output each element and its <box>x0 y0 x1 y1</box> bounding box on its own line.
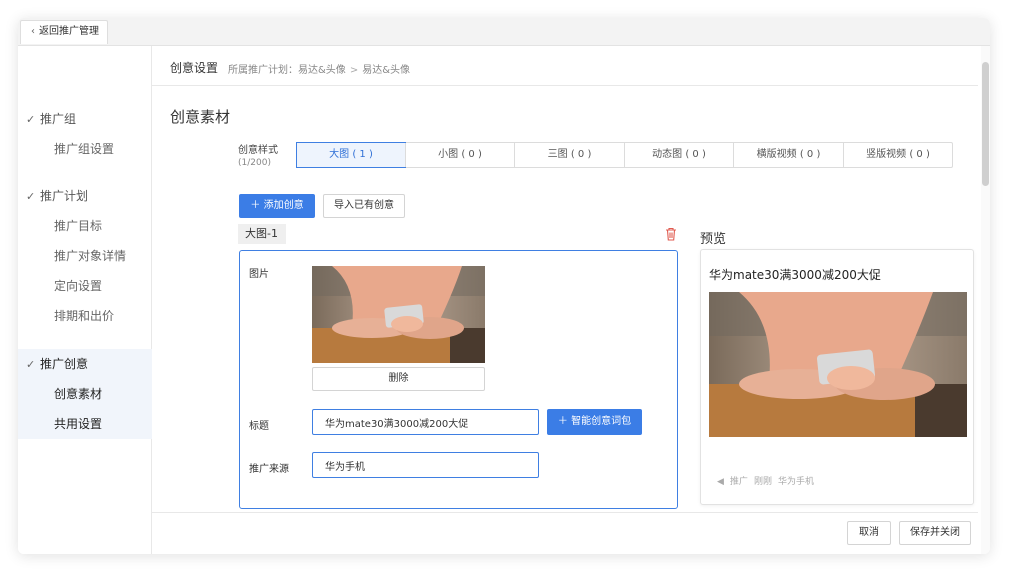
creative-style-label: 创意样式 (1/200) <box>238 144 278 170</box>
sidebar-item-creative-material[interactable]: 创意素材 <box>18 379 152 409</box>
footer-bar: 取消 保存并关闭 <box>152 512 978 554</box>
sidebar-group-header[interactable]: ✓ 推广组 <box>18 104 152 134</box>
cancel-button[interactable]: 取消 <box>847 521 891 545</box>
section-title: 创意素材 <box>170 108 231 126</box>
breadcrumb-separator: > <box>349 65 359 76</box>
scrollbar[interactable] <box>981 46 990 554</box>
check-icon: ✓ <box>26 358 36 371</box>
smart-wordpack-button[interactable]: ＋ 智能创意词包 <box>547 409 642 435</box>
top-bar: ‹ 返回推广管理 <box>18 18 990 46</box>
title-label: 标题 <box>249 421 269 432</box>
delete-image-button[interactable]: 删除 <box>312 367 485 391</box>
back-to-promotion-button[interactable]: ‹ 返回推广管理 <box>20 20 108 44</box>
title-input[interactable] <box>312 409 539 435</box>
sidebar-item-target-details[interactable]: 推广对象详情 <box>18 241 152 271</box>
breadcrumb-current: 易达&头像 <box>362 65 411 76</box>
source-label: 推广来源 <box>249 464 289 475</box>
chevron-left-icon: ‹ <box>31 26 35 37</box>
preview-image <box>709 292 967 437</box>
preview-ad-tag: 推广 <box>729 477 748 487</box>
sidebar-item-targeting[interactable]: 定向设置 <box>18 271 152 301</box>
breadcrumb-bar: 创意设置 所属推广计划：易达&头像 > 易达&头像 <box>152 46 978 86</box>
breadcrumb-plan[interactable]: 所属推广计划：易达&头像 <box>228 65 346 76</box>
style-count: (1/200) <box>238 158 271 168</box>
preview-heading: 预览 <box>700 232 727 247</box>
sidebar-group-ad-group: ✓ 推广组 推广组设置 <box>18 104 152 164</box>
sidebar-item-schedule-bid[interactable]: 排期和出价 <box>18 301 152 331</box>
breadcrumb: 所属推广计划：易达&头像 > 易达&头像 <box>228 61 410 76</box>
sidebar-group-label: 推广计划 <box>40 189 89 203</box>
sidebar-item-ad-group-settings[interactable]: 推广组设置 <box>18 134 152 164</box>
trash-icon[interactable] <box>664 226 678 242</box>
style-label-text: 创意样式 <box>238 145 278 156</box>
sidebar-group-header[interactable]: ✓ 推广计划 <box>18 181 152 211</box>
sidebar-group-label: 推广组 <box>40 112 77 126</box>
preview-time: 刚刚 <box>753 477 772 487</box>
sidebar-group-plan: ✓ 推广计划 推广目标 推广对象详情 定向设置 排期和出价 <box>18 181 152 331</box>
preview-card: 华为mate30满3000减200大促 ◀ 推广 刚刚 华为手机 <box>700 249 974 505</box>
page-title: 创意设置 <box>170 61 219 75</box>
creative-tag: 大图-1 <box>238 224 286 244</box>
sidebar-item-goal[interactable]: 推广目标 <box>18 211 152 241</box>
tab-large-image[interactable]: 大图 ( 1 ) <box>296 142 406 168</box>
sidebar-group-creative: ✓ 推广创意 创意素材 共用设置 <box>18 349 152 439</box>
add-creative-label: 添加创意 <box>263 200 304 211</box>
sidebar-group-label: 推广创意 <box>40 357 89 371</box>
image-label: 图片 <box>249 269 269 280</box>
preview-source: 华为手机 <box>777 477 814 487</box>
add-creative-button[interactable]: ＋ 添加创意 <box>239 194 315 218</box>
plus-icon: ＋ <box>250 200 261 211</box>
creative-image <box>312 266 485 363</box>
smart-wordpack-label: 智能创意词包 <box>571 416 632 427</box>
save-and-close-button[interactable]: 保存并关闭 <box>899 521 971 545</box>
tab-animated[interactable]: 动态图 ( 0 ) <box>624 143 733 167</box>
sidebar-group-header[interactable]: ✓ 推广创意 <box>18 349 152 379</box>
speaker-icon: ◀ <box>717 477 724 487</box>
sidebar: ✓ 推广组 推广组设置 ✓ 推广计划 推广目标 推广对象详情 定向设置 排期和出价 … <box>18 46 152 554</box>
creative-style-tabs: 大图 ( 1 ) 小图 ( 0 ) 三图 ( 0 ) 动态图 ( 0 ) 横版视… <box>296 142 953 168</box>
creative-card: 图片 删除 标题 华为mate30满3000减200大促 ＋ 智能创意词包 推广… <box>239 250 678 509</box>
back-label: 返回推广管理 <box>39 26 99 37</box>
main-content: 创意设置 所属推广计划：易达&头像 > 易达&头像 创意素材 创意样式 (1/200… <box>152 46 978 554</box>
check-icon: ✓ <box>26 190 36 203</box>
tab-horizontal-video[interactable]: 横版视频 ( 0 ) <box>733 143 843 167</box>
preview-headline: 华为mate30满3000减200大促 <box>709 268 881 282</box>
scrollbar-thumb[interactable] <box>982 62 989 186</box>
tab-vertical-video[interactable]: 竖版视频 ( 0 ) <box>843 143 952 167</box>
tab-small-image[interactable]: 小图 ( 0 ) <box>405 143 514 167</box>
sidebar-item-shared-settings[interactable]: 共用设置 <box>18 409 152 439</box>
plus-icon: ＋ <box>557 416 568 427</box>
source-input[interactable] <box>312 452 539 478</box>
tab-three-images[interactable]: 三图 ( 0 ) <box>514 143 624 167</box>
preview-meta: ◀ 推广 刚刚 华为手机 <box>717 474 820 487</box>
import-creative-button[interactable]: 导入已有创意 <box>323 194 405 218</box>
app-window: ‹ 返回推广管理 ✓ 推广组 推广组设置 ✓ 推广计划 推广目标 推广对象详情 定向设… <box>18 18 990 554</box>
check-icon: ✓ <box>26 113 36 126</box>
